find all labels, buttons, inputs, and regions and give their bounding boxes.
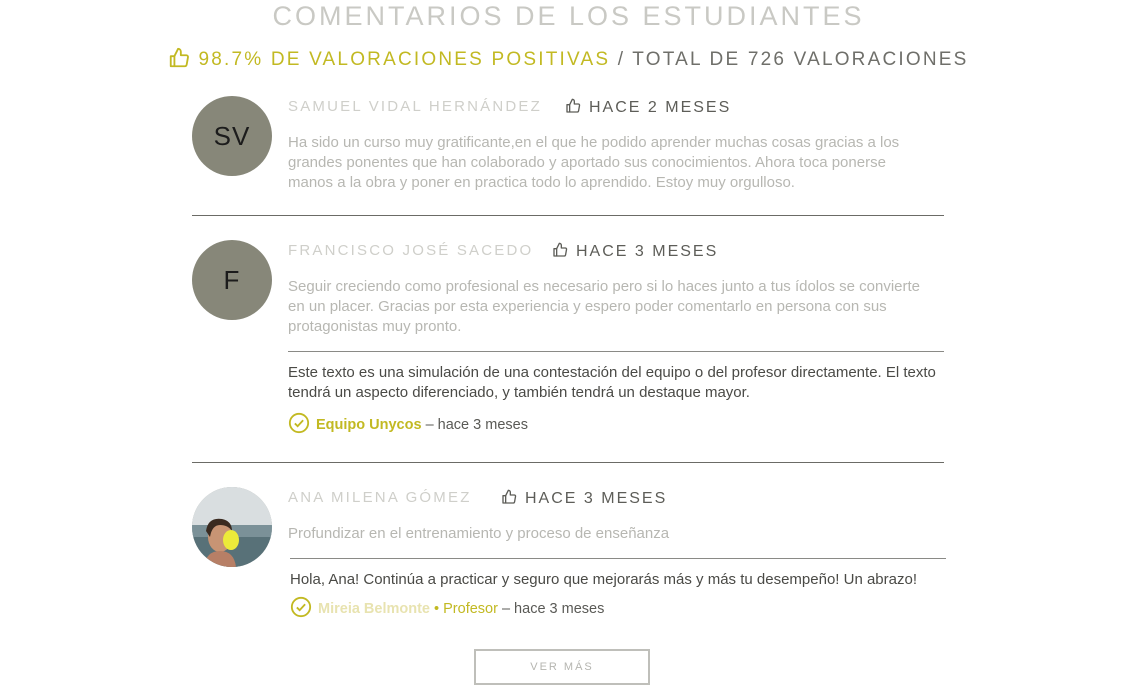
total-ratings: / TOTAL DE 726 VALORACIONES [617,49,969,70]
review-item: SV SAMUEL VIDAL HERNÁNDEZ HACE 2 MESES H… [192,96,944,216]
thumbs-up-icon [502,489,517,504]
thumbs-up-icon [170,47,190,68]
review-time: HACE 2 MESES [565,98,731,117]
reviewer-name: SAMUEL VIDAL HERNÁNDEZ [288,98,542,115]
reply-text: Este texto es una simulación de una cont… [288,364,936,401]
review-text: Ha sido un curso muy gratificante,en el … [288,134,900,191]
reply-divider [290,558,946,559]
reply-time: – hace 3 meses [425,417,528,433]
avatar: SV [192,96,272,176]
avatar: F [192,240,272,320]
reply-signature: Equipo Unycos – hace 3 meses [288,412,528,434]
section-title: COMENTARIOS DE LOS ESTUDIANTES [272,1,865,31]
divider [192,215,944,216]
reviewer-name: ANA MILENA GÓMEZ [288,489,472,506]
reply-time: – hace 3 meses [501,601,605,617]
review-item: ANA MILENA GÓMEZ HACE 3 MESES Profundiza… [192,487,946,627]
positive-rating: 98.7% DE VALORACIONES POSITIVAS [198,49,611,70]
review-time: HACE 3 MESES [501,489,667,508]
review-item: F FRANCISCO JOSÉ SACEDO HACE 3 MESES Seg… [192,240,944,463]
review-text: Seguir creciendo como profesional es nec… [288,278,921,335]
review-time-label: HACE 3 MESES [576,243,719,260]
review-text: Profundizar en el entrenamiento y proces… [288,525,670,542]
thumbs-up-icon [566,98,581,113]
check-circle-icon [290,596,312,618]
review-time-label: HACE 2 MESES [589,99,732,116]
reply-text: Hola, Ana! Continúa a practicar y seguro… [290,571,917,588]
reply-divider [288,351,944,352]
review-time: HACE 3 MESES [552,242,718,261]
see-more-button[interactable]: VER MÁS [474,649,650,685]
reply-author-role: • Profesor [434,601,498,617]
avatar-photo [192,487,272,567]
reply-signature: Mireia Belmonte • Profesor – hace 3 mese… [290,596,604,618]
divider [192,462,944,463]
reviewer-name: FRANCISCO JOSÉ SACEDO [288,242,534,259]
reply-author: Mireia Belmonte [318,601,430,617]
reply-author: Equipo Unycos [316,417,422,433]
thumbs-up-icon [553,242,568,257]
review-time-label: HACE 3 MESES [525,490,668,507]
check-circle-icon [288,412,310,434]
rating-summary: 98.7% DE VALORACIONES POSITIVAS / TOTAL … [0,46,1137,74]
